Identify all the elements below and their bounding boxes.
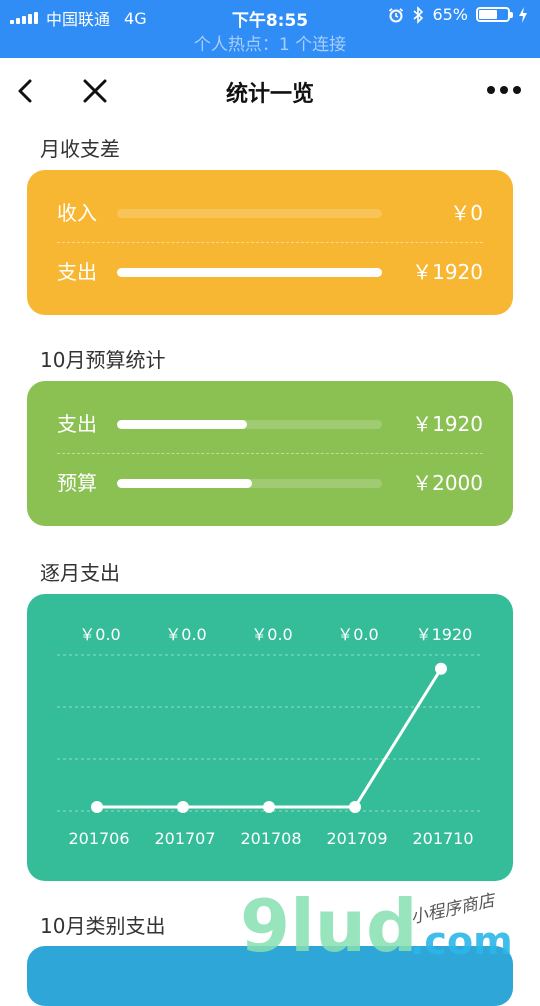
alarm-icon <box>389 7 404 22</box>
expense-bar-track <box>117 268 382 277</box>
x-tick-label: 201706 <box>68 829 129 848</box>
budget-bar-fill <box>117 479 253 488</box>
data-point-201706 <box>91 801 103 813</box>
section-title-budget: 10月预算统计 <box>40 348 166 372</box>
income-row: 收入 ￥0 <box>57 184 483 242</box>
navigation-bar: 统计一览 <box>0 58 540 122</box>
budget-expense-bar-track <box>117 420 382 429</box>
monthly-diff-card: 收入 ￥0 支出 ￥1920 <box>27 170 513 315</box>
x-tick-label: 201708 <box>240 829 301 848</box>
budget-bar-track <box>117 479 382 488</box>
data-point-201708 <box>263 801 275 813</box>
expense-bar-fill <box>117 268 382 277</box>
budget-expense-value: ￥1920 <box>412 412 483 436</box>
watermark-brand: 9lud <box>240 885 418 960</box>
expense-row: 支出 ￥1920 <box>57 243 483 301</box>
data-point-201710 <box>435 662 447 675</box>
budget-label: 预算 <box>57 471 97 495</box>
value-label: ￥0.0 <box>337 625 378 644</box>
section-title-category-expense: 10月类别支出 <box>40 914 166 938</box>
value-label: ￥0.0 <box>251 625 292 644</box>
value-label: ￥0.0 <box>79 625 120 644</box>
monthly-expense-card: ￥0.0 ￥0.0 ￥0.0 ￥0.0 ￥1920 201706 201707 201708 2… <box>27 594 513 881</box>
data-point-201709 <box>349 801 361 813</box>
watermark-logo: 9lud .com 小程序商店 <box>240 885 513 960</box>
value-label: ￥0.0 <box>165 625 206 644</box>
income-label: 收入 <box>57 201 97 225</box>
battery-icon <box>476 7 513 22</box>
status-bar: 中国联通 4G 下午8:55 65% 个人热点：1 个连接 <box>0 0 540 58</box>
budget-row: 预算 ￥2000 <box>57 454 483 512</box>
budget-expense-row: 支出 ￥1920 <box>57 395 483 453</box>
data-point-201707 <box>177 801 189 813</box>
x-tick-label: 201707 <box>154 829 215 848</box>
income-bar-track <box>117 209 382 218</box>
expense-label: 支出 <box>57 260 97 284</box>
section-title-monthly-expense: 逐月支出 <box>40 561 120 585</box>
more-icon[interactable] <box>486 80 522 100</box>
bluetooth-icon <box>413 5 424 24</box>
section-title-monthly-diff: 月收支差 <box>40 137 120 161</box>
x-tick-label: 201709 <box>326 829 387 848</box>
page-title: 统计一览 <box>225 82 314 107</box>
series-line <box>97 667 443 809</box>
battery-percent: 65% <box>432 5 468 24</box>
hotspot-banner[interactable]: 个人热点：1 个连接 <box>0 30 540 55</box>
value-label: ￥1920 <box>416 625 473 644</box>
budget-expense-bar-fill <box>117 420 247 429</box>
income-value: ￥0 <box>450 201 483 225</box>
x-tick-label: 201710 <box>412 829 473 848</box>
monthly-expense-chart: ￥0.0 ￥0.0 ￥0.0 ￥0.0 ￥1920 201706 201707 201708 2… <box>57 625 483 848</box>
expense-value: ￥1920 <box>412 260 483 284</box>
charging-icon <box>519 6 527 23</box>
budget-card: 支出 ￥1920 预算 ￥2000 <box>27 381 513 526</box>
budget-value: ￥2000 <box>412 471 483 495</box>
budget-expense-label: 支出 <box>57 412 97 436</box>
